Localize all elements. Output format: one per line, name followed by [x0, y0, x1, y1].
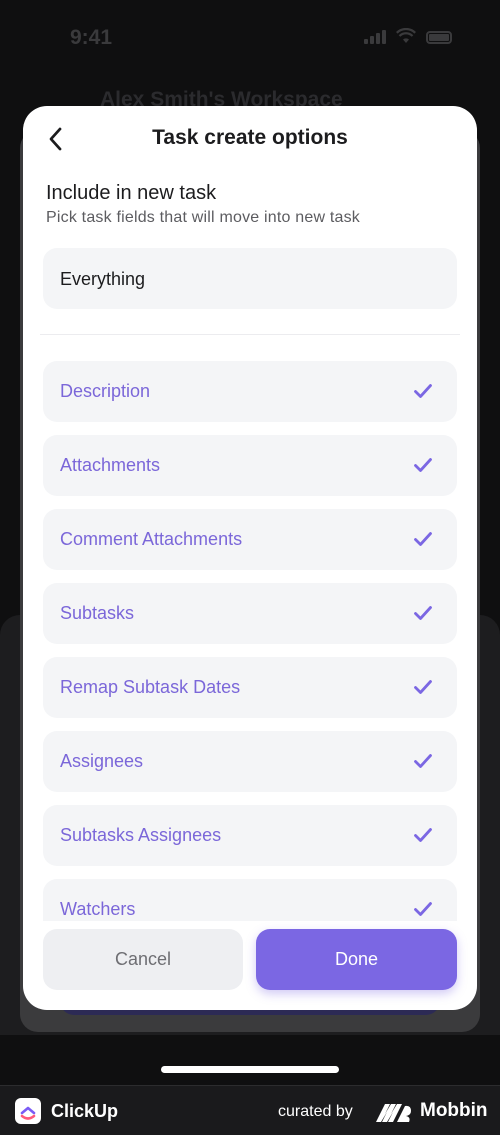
battery-icon [426, 31, 452, 44]
checkmark-icon [414, 828, 432, 842]
checkmark-icon [414, 754, 432, 768]
option-label: Description [60, 381, 151, 401]
option-description[interactable]: Description [43, 361, 457, 422]
option-label: Subtasks [60, 603, 135, 623]
option-subtasks[interactable]: Subtasks [43, 583, 457, 644]
clickup-logo-icon [15, 1098, 41, 1124]
checkmark-icon [414, 532, 432, 546]
option-remap-subtask-dates[interactable]: Remap Subtask Dates [43, 657, 457, 718]
option-watchers[interactable]: Watchers [43, 879, 457, 921]
option-assignees[interactable]: Assignees [43, 731, 457, 792]
option-comment-attachments[interactable]: Comment Attachments [43, 509, 457, 570]
checkmark-icon [414, 680, 432, 694]
curated-by-label: curated by [278, 1103, 353, 1120]
option-label: Subtasks Assignees [60, 825, 222, 845]
done-button[interactable]: Done [256, 929, 457, 990]
checkmark-icon [414, 384, 432, 398]
option-label: Attachments [60, 455, 161, 475]
option-subtasks-assignees[interactable]: Subtasks Assignees [43, 805, 457, 866]
task-create-options-sheet: Task create options Include in new task … [23, 106, 477, 1010]
everything-label: Everything [60, 269, 146, 289]
checkmark-icon [414, 606, 432, 620]
wifi-icon [396, 28, 416, 43]
cellular-signal-icon [364, 28, 386, 44]
option-label: Remap Subtask Dates [60, 677, 241, 697]
sheet-header: Task create options [23, 106, 477, 172]
branding-footer: ClickUp curated by Mobbin [0, 1085, 500, 1135]
option-label: Assignees [60, 751, 144, 771]
everything-option[interactable]: Everything [43, 248, 457, 309]
sheet-title: Task create options [152, 126, 348, 149]
divider [40, 334, 460, 335]
section-title: Include in new task [46, 182, 217, 204]
checkmark-icon [414, 902, 432, 916]
app-name: ClickUp [51, 1101, 119, 1121]
section-subtitle: Pick task fields that will move into new… [46, 209, 361, 226]
status-icons [364, 28, 452, 44]
brand-name: Mobbin [420, 1100, 488, 1121]
home-indicator [161, 1066, 339, 1073]
status-time: 9:41 [70, 26, 113, 49]
field-options-list[interactable]: Description Attachments Comment Attachme… [43, 361, 457, 921]
option-label: Watchers [60, 899, 136, 919]
status-bar: 9:41 [0, 18, 500, 58]
option-attachments[interactable]: Attachments [43, 435, 457, 496]
checkmark-icon [414, 458, 432, 472]
cancel-button[interactable]: Cancel [43, 929, 243, 990]
mobbin-logo-icon [376, 1104, 411, 1122]
option-label: Comment Attachments [60, 529, 243, 549]
